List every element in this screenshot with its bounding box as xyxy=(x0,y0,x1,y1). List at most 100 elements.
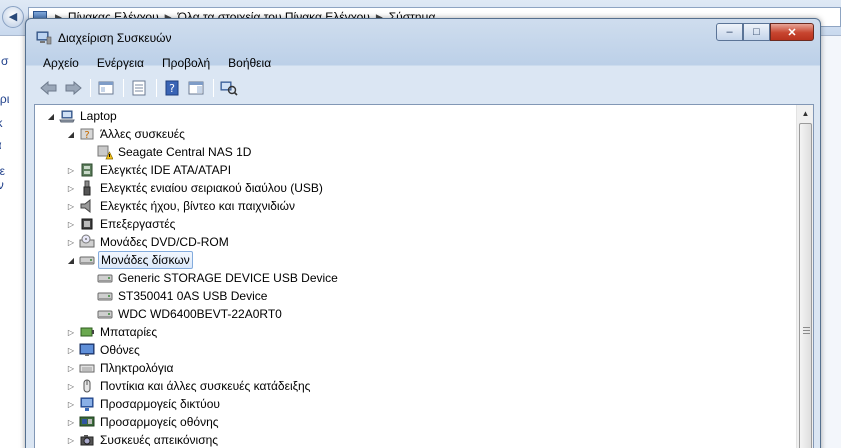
expand-arrow-icon[interactable]: ▷ xyxy=(65,362,77,374)
tree-device[interactable]: Generic STORAGE DEVICE USB Device xyxy=(83,269,340,287)
tree-label: Επεξεργαστές xyxy=(100,217,176,231)
console-tree-button[interactable] xyxy=(95,78,117,98)
action-pane-icon xyxy=(188,81,204,95)
menu-help[interactable]: Βοήθεια xyxy=(219,56,280,70)
tree-category[interactable]: ▷ Μπαταρίες xyxy=(65,323,159,341)
expand-arrow-icon[interactable]: ▷ xyxy=(65,398,77,410)
sidebar-link[interactable]: ομακ xyxy=(0,116,27,130)
properties-button[interactable] xyxy=(128,78,150,98)
tree-category[interactable]: ▷ Συσκευές απεικόνισης xyxy=(65,431,220,448)
device-tree-pane[interactable]: ◢ Laptop ◢? Άλλες συσκευές Seagate Central… xyxy=(34,104,814,448)
scan-hardware-button[interactable] xyxy=(218,78,240,98)
mouse-icon xyxy=(83,379,91,393)
collapse-arrow-icon[interactable]: ◢ xyxy=(65,254,77,266)
tree-category[interactable]: ▷ Οθόνες xyxy=(65,341,142,359)
expand-arrow-icon[interactable]: ▷ xyxy=(65,164,77,176)
background-window-edge xyxy=(818,36,841,448)
expand-arrow-icon[interactable]: ▷ xyxy=(65,182,77,194)
expand-arrow-icon[interactable]: ▷ xyxy=(65,344,77,356)
tree-label: Μπαταρίες xyxy=(100,325,158,339)
tree-device[interactable]: WDC WD6400BEVT-22A0RT0 xyxy=(83,305,284,323)
tree-label: Προσαρμογείς οθόνης xyxy=(100,415,219,429)
expand-arrow-icon[interactable]: ▷ xyxy=(65,434,77,446)
minimize-button[interactable]: – xyxy=(716,23,743,41)
close-button[interactable]: ✕ xyxy=(770,23,814,41)
sidebar-link[interactable]: ιαχείρι xyxy=(0,92,27,106)
expand-arrow-icon[interactable]: ▷ xyxy=(65,218,77,230)
collapse-arrow-icon[interactable]: ◢ xyxy=(65,128,77,140)
tree-device[interactable]: ST350041 0AS USB Device xyxy=(83,287,269,305)
toolbar-separator xyxy=(123,79,124,97)
expand-arrow-icon[interactable]: ▷ xyxy=(65,416,77,428)
caption-buttons: – □ ✕ xyxy=(716,23,814,41)
tree-category[interactable]: ▷ Προσαρμογείς δικτύου xyxy=(65,395,222,413)
help-button[interactable]: ? xyxy=(161,78,183,98)
sidebar-link[interactable]: θμίσε xyxy=(0,164,27,178)
tree-category[interactable]: ▷ Ελεγκτές ήχου, βίντεο και παιχνιδιών xyxy=(65,197,297,215)
arrow-right-icon xyxy=(65,81,82,95)
tree-label: Οθόνες xyxy=(100,343,140,357)
camera-icon xyxy=(80,435,94,446)
tree-category[interactable]: ▷ Πληκτρολόγια xyxy=(65,359,175,377)
window-title: Διαχείριση Συσκευών xyxy=(58,31,172,45)
toolbar: ? xyxy=(34,75,812,101)
expand-arrow-icon[interactable]: ▷ xyxy=(65,326,77,338)
menu-bar: Αρχείο Ενέργεια Προβολή Βοήθεια xyxy=(34,53,812,73)
tree-label: Προσαρμογείς δικτύου xyxy=(100,397,220,411)
expand-arrow-icon[interactable]: ▷ xyxy=(65,380,77,392)
tree-category[interactable]: ◢? Άλλες συσκευές xyxy=(65,125,187,143)
expand-arrow-icon[interactable]: ▷ xyxy=(65,236,77,248)
tree-category[interactable]: ▷ Ελεγκτές ενιαίου σειριακού διαύλου (USB… xyxy=(65,179,325,197)
tree-category[interactable]: ▷ Ποντίκια και άλλες συσκευές κατάδειξης xyxy=(65,377,312,395)
svg-text:?: ? xyxy=(169,82,175,95)
title-bar[interactable]: Διαχείριση Συσκευών – □ ✕ xyxy=(26,19,820,49)
back-button[interactable] xyxy=(38,78,60,98)
expand-arrow-icon[interactable]: ▷ xyxy=(65,200,77,212)
background-sidebar: χική σ ιαχείρι ομακ οστα θμίσε οχων xyxy=(0,36,28,448)
maximize-button[interactable]: □ xyxy=(743,23,770,41)
speaker-icon xyxy=(80,198,91,214)
tree-category[interactable]: ◢ Μονάδες δίσκων xyxy=(65,251,193,269)
scroll-up-icon[interactable]: ▲ xyxy=(797,105,813,122)
back-nav-icon[interactable]: ◀ xyxy=(2,6,24,28)
tree-root[interactable]: ◢ Laptop xyxy=(45,107,119,125)
scrollbar-thumb[interactable] xyxy=(799,123,812,448)
action-pane-button[interactable] xyxy=(185,78,207,98)
tree-device[interactable]: Seagate Central NAS 1D xyxy=(83,143,253,161)
menu-file[interactable]: Αρχείο xyxy=(34,56,88,70)
monitor-icon xyxy=(79,343,95,356)
toolbar-separator xyxy=(156,79,157,97)
console-tree-icon xyxy=(98,81,114,95)
tree-category[interactable]: ▷ Ελεγκτές IDE ATA/ATAPI xyxy=(65,161,233,179)
tree-category[interactable]: ▷ Προσαρμογείς οθόνης xyxy=(65,413,221,431)
ide-controller-icon xyxy=(81,163,93,177)
dvd-drive-icon xyxy=(79,234,95,248)
network-adapter-icon xyxy=(80,397,94,411)
tree-label: Generic STORAGE DEVICE USB Device xyxy=(118,271,338,285)
tree-category[interactable]: ▷ Επεξεργαστές xyxy=(65,215,177,233)
menu-view[interactable]: Προβολή xyxy=(153,56,219,70)
processor-icon xyxy=(81,218,93,230)
arrow-left-icon xyxy=(40,81,57,95)
tree-label: Συσκευές απεικόνισης xyxy=(100,433,219,447)
disk-drive-icon xyxy=(97,292,113,301)
tree-label-selected: Μονάδες δίσκων xyxy=(98,251,193,269)
warning-device-icon xyxy=(97,145,113,160)
tree-label: Ποντίκια και άλλες συσκευές κατάδειξης xyxy=(100,379,311,393)
scan-hardware-icon xyxy=(220,81,238,96)
laptop-icon xyxy=(59,110,75,123)
tree-label: ST350041 0AS USB Device xyxy=(118,289,268,303)
toolbar-separator xyxy=(90,79,91,97)
menu-action[interactable]: Ενέργεια xyxy=(88,56,153,70)
sidebar-link[interactable]: χική σ xyxy=(0,54,27,68)
vertical-scrollbar[interactable]: ▲ xyxy=(796,105,813,448)
sidebar-link[interactable]: οχων xyxy=(0,178,27,192)
forward-button[interactable] xyxy=(62,78,84,98)
tree-label: WDC WD6400BEVT-22A0RT0 xyxy=(118,307,282,321)
tree-category[interactable]: ▷ Μονάδες DVD/CD-ROM xyxy=(65,233,231,251)
collapse-arrow-icon[interactable]: ◢ xyxy=(45,110,57,122)
sidebar-link[interactable]: οστα xyxy=(0,138,27,152)
